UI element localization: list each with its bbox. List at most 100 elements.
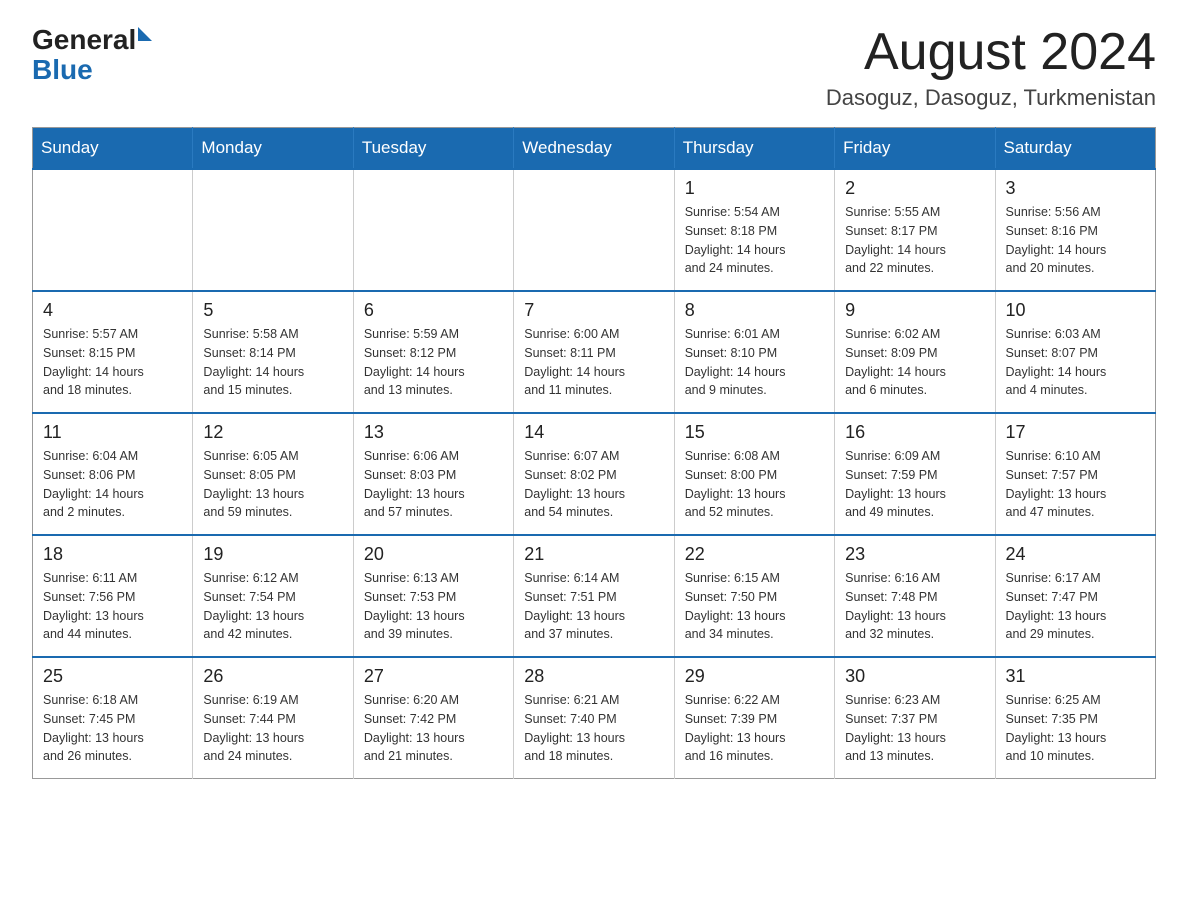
weekday-header-saturday: Saturday	[995, 128, 1155, 170]
day-number: 26	[203, 666, 342, 687]
day-number: 12	[203, 422, 342, 443]
month-title: August 2024	[826, 24, 1156, 81]
day-info: Sunrise: 6:04 AMSunset: 8:06 PMDaylight:…	[43, 447, 182, 522]
calendar-day-3: 3 Sunrise: 5:56 AMSunset: 8:16 PMDaylight…	[995, 169, 1155, 291]
day-info: Sunrise: 6:09 AMSunset: 7:59 PMDaylight:…	[845, 447, 984, 522]
calendar-day-31: 31 Sunrise: 6:25 AMSunset: 7:35 PMDayligh…	[995, 657, 1155, 779]
day-number: 30	[845, 666, 984, 687]
logo-blue: Blue	[32, 56, 93, 84]
day-info: Sunrise: 5:54 AMSunset: 8:18 PMDaylight:…	[685, 203, 824, 278]
day-number: 11	[43, 422, 182, 443]
calendar-table: SundayMondayTuesdayWednesdayThursdayFrid…	[32, 127, 1156, 779]
day-number: 21	[524, 544, 663, 565]
calendar-week-row: 11 Sunrise: 6:04 AMSunset: 8:06 PMDayligh…	[33, 413, 1156, 535]
day-number: 23	[845, 544, 984, 565]
day-info: Sunrise: 5:56 AMSunset: 8:16 PMDaylight:…	[1006, 203, 1145, 278]
day-info: Sunrise: 5:59 AMSunset: 8:12 PMDaylight:…	[364, 325, 503, 400]
day-number: 31	[1006, 666, 1145, 687]
day-number: 1	[685, 178, 824, 199]
calendar-day-26: 26 Sunrise: 6:19 AMSunset: 7:44 PMDayligh…	[193, 657, 353, 779]
calendar-day-6: 6 Sunrise: 5:59 AMSunset: 8:12 PMDaylight…	[353, 291, 513, 413]
logo: General Blue	[32, 24, 152, 84]
calendar-day-17: 17 Sunrise: 6:10 AMSunset: 7:57 PMDayligh…	[995, 413, 1155, 535]
day-number: 10	[1006, 300, 1145, 321]
calendar-day-28: 28 Sunrise: 6:21 AMSunset: 7:40 PMDayligh…	[514, 657, 674, 779]
day-info: Sunrise: 6:00 AMSunset: 8:11 PMDaylight:…	[524, 325, 663, 400]
calendar-day-27: 27Sunrise: 6:20 AMSunset: 7:42 PMDayligh…	[353, 657, 513, 779]
day-info: Sunrise: 6:14 AMSunset: 7:51 PMDaylight:…	[524, 569, 663, 644]
day-number: 16	[845, 422, 984, 443]
logo-general: General	[32, 24, 136, 56]
calendar-day-20: 20 Sunrise: 6:13 AMSunset: 7:53 PMDayligh…	[353, 535, 513, 657]
calendar-body: 1 Sunrise: 5:54 AMSunset: 8:18 PMDaylight…	[33, 169, 1156, 779]
calendar-header: SundayMondayTuesdayWednesdayThursdayFrid…	[33, 128, 1156, 170]
day-info: Sunrise: 6:18 AMSunset: 7:45 PMDaylight:…	[43, 691, 182, 766]
day-number: 29	[685, 666, 824, 687]
day-number: 5	[203, 300, 342, 321]
calendar-day-5: 5 Sunrise: 5:58 AMSunset: 8:14 PMDaylight…	[193, 291, 353, 413]
weekday-header-tuesday: Tuesday	[353, 128, 513, 170]
day-info: Sunrise: 6:17 AMSunset: 7:47 PMDaylight:…	[1006, 569, 1145, 644]
calendar-day-1: 1 Sunrise: 5:54 AMSunset: 8:18 PMDaylight…	[674, 169, 834, 291]
calendar-day-10: 10Sunrise: 6:03 AMSunset: 8:07 PMDayligh…	[995, 291, 1155, 413]
calendar-day-12: 12Sunrise: 6:05 AMSunset: 8:05 PMDayligh…	[193, 413, 353, 535]
day-info: Sunrise: 6:06 AMSunset: 8:03 PMDaylight:…	[364, 447, 503, 522]
calendar-empty-cell	[193, 169, 353, 291]
day-number: 14	[524, 422, 663, 443]
calendar-week-row: 25 Sunrise: 6:18 AMSunset: 7:45 PMDayligh…	[33, 657, 1156, 779]
calendar-day-29: 29Sunrise: 6:22 AMSunset: 7:39 PMDayligh…	[674, 657, 834, 779]
calendar-day-21: 21 Sunrise: 6:14 AMSunset: 7:51 PMDayligh…	[514, 535, 674, 657]
title-block: August 2024 Dasoguz, Dasoguz, Turkmenist…	[826, 24, 1156, 111]
calendar-day-18: 18 Sunrise: 6:11 AMSunset: 7:56 PMDayligh…	[33, 535, 193, 657]
day-info: Sunrise: 5:55 AMSunset: 8:17 PMDaylight:…	[845, 203, 984, 278]
day-info: Sunrise: 6:10 AMSunset: 7:57 PMDaylight:…	[1006, 447, 1145, 522]
day-number: 13	[364, 422, 503, 443]
day-number: 6	[364, 300, 503, 321]
weekday-header-wednesday: Wednesday	[514, 128, 674, 170]
calendar-week-row: 1 Sunrise: 5:54 AMSunset: 8:18 PMDaylight…	[33, 169, 1156, 291]
calendar-day-7: 7 Sunrise: 6:00 AMSunset: 8:11 PMDaylight…	[514, 291, 674, 413]
day-number: 15	[685, 422, 824, 443]
day-number: 20	[364, 544, 503, 565]
calendar-week-row: 18 Sunrise: 6:11 AMSunset: 7:56 PMDayligh…	[33, 535, 1156, 657]
weekday-header-friday: Friday	[835, 128, 995, 170]
day-info: Sunrise: 6:16 AMSunset: 7:48 PMDaylight:…	[845, 569, 984, 644]
day-number: 19	[203, 544, 342, 565]
calendar-empty-cell	[353, 169, 513, 291]
day-info: Sunrise: 6:15 AMSunset: 7:50 PMDaylight:…	[685, 569, 824, 644]
day-info: Sunrise: 6:01 AMSunset: 8:10 PMDaylight:…	[685, 325, 824, 400]
weekday-header-monday: Monday	[193, 128, 353, 170]
day-number: 7	[524, 300, 663, 321]
day-info: Sunrise: 6:11 AMSunset: 7:56 PMDaylight:…	[43, 569, 182, 644]
calendar-week-row: 4Sunrise: 5:57 AMSunset: 8:15 PMDaylight…	[33, 291, 1156, 413]
calendar-day-19: 19Sunrise: 6:12 AMSunset: 7:54 PMDayligh…	[193, 535, 353, 657]
calendar-day-16: 16 Sunrise: 6:09 AMSunset: 7:59 PMDayligh…	[835, 413, 995, 535]
logo-triangle-icon	[138, 27, 152, 41]
day-number: 18	[43, 544, 182, 565]
weekday-header-sunday: Sunday	[33, 128, 193, 170]
calendar-day-30: 30 Sunrise: 6:23 AMSunset: 7:37 PMDayligh…	[835, 657, 995, 779]
calendar-day-25: 25 Sunrise: 6:18 AMSunset: 7:45 PMDayligh…	[33, 657, 193, 779]
day-number: 22	[685, 544, 824, 565]
calendar-day-4: 4Sunrise: 5:57 AMSunset: 8:15 PMDaylight…	[33, 291, 193, 413]
day-info: Sunrise: 6:13 AMSunset: 7:53 PMDaylight:…	[364, 569, 503, 644]
day-number: 17	[1006, 422, 1145, 443]
day-info: Sunrise: 5:58 AMSunset: 8:14 PMDaylight:…	[203, 325, 342, 400]
day-info: Sunrise: 6:23 AMSunset: 7:37 PMDaylight:…	[845, 691, 984, 766]
day-number: 9	[845, 300, 984, 321]
day-info: Sunrise: 6:21 AMSunset: 7:40 PMDaylight:…	[524, 691, 663, 766]
calendar-day-24: 24Sunrise: 6:17 AMSunset: 7:47 PMDayligh…	[995, 535, 1155, 657]
calendar-day-15: 15Sunrise: 6:08 AMSunset: 8:00 PMDayligh…	[674, 413, 834, 535]
day-number: 3	[1006, 178, 1145, 199]
day-info: Sunrise: 6:20 AMSunset: 7:42 PMDaylight:…	[364, 691, 503, 766]
day-info: Sunrise: 6:02 AMSunset: 8:09 PMDaylight:…	[845, 325, 984, 400]
weekday-header-thursday: Thursday	[674, 128, 834, 170]
calendar-day-8: 8Sunrise: 6:01 AMSunset: 8:10 PMDaylight…	[674, 291, 834, 413]
day-number: 25	[43, 666, 182, 687]
day-info: Sunrise: 6:25 AMSunset: 7:35 PMDaylight:…	[1006, 691, 1145, 766]
day-info: Sunrise: 5:57 AMSunset: 8:15 PMDaylight:…	[43, 325, 182, 400]
day-info: Sunrise: 6:19 AMSunset: 7:44 PMDaylight:…	[203, 691, 342, 766]
day-number: 28	[524, 666, 663, 687]
day-info: Sunrise: 6:07 AMSunset: 8:02 PMDaylight:…	[524, 447, 663, 522]
calendar-empty-cell	[33, 169, 193, 291]
